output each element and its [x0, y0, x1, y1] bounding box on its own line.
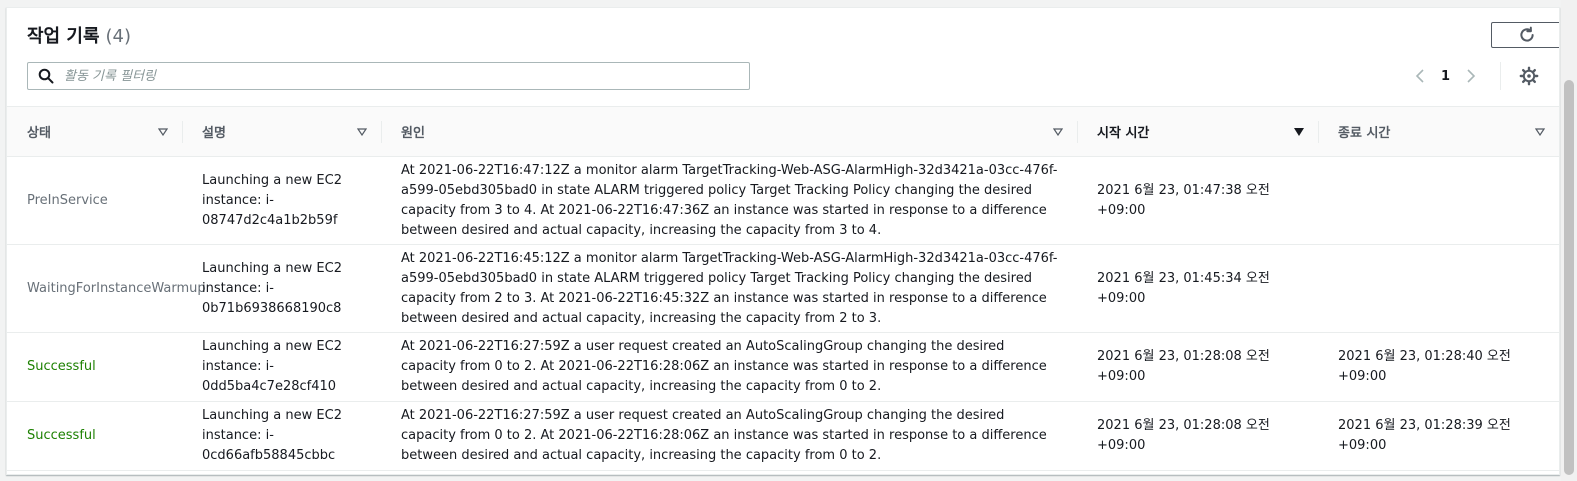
end-time-cell: [1318, 156, 1559, 245]
panel-header: 작업 기록 (4): [27, 22, 131, 48]
column-label: 종료 시간: [1338, 126, 1391, 141]
activity-table: 상태 설명 원인 시작 시간 종료 시간 PreInService Launch…: [7, 106, 1559, 471]
search-icon: [38, 68, 54, 84]
column-label: 시작 시간: [1097, 126, 1150, 141]
activity-history-panel: 작업 기록 (4) 1: [6, 7, 1560, 475]
refresh-button[interactable]: [1491, 22, 1559, 48]
scrollbar-thumb[interactable]: [1564, 80, 1574, 475]
column-label: 설명: [202, 126, 226, 141]
start-time-cell: 2021 6월 23, 01:45:34 오전 +09:00: [1077, 244, 1318, 333]
current-page[interactable]: 1: [1441, 69, 1450, 84]
cause-cell: At 2021-06-22T16:27:59Z a user request c…: [381, 401, 1077, 471]
pager-divider: [1500, 62, 1502, 90]
filter-input[interactable]: [62, 67, 706, 85]
end-time-cell: 2021 6월 23, 01:28:40 오전 +09:00: [1318, 332, 1559, 402]
pagination: 1: [1415, 62, 1502, 90]
description-cell: Launching a new EC2 instance: i-0b71b693…: [182, 244, 381, 333]
column-label: 원인: [401, 126, 425, 141]
status-cell: PreInService: [7, 156, 182, 245]
column-divider: [1318, 121, 1319, 143]
cause-cell: At 2021-06-22T16:47:12Z a monitor alarm …: [381, 156, 1077, 245]
description-cell: Launching a new EC2 instance: i-0dd5ba4c…: [182, 332, 381, 402]
column-header-description[interactable]: 설명: [182, 106, 381, 157]
cause-cell: At 2021-06-22T16:27:59Z a user request c…: [381, 332, 1077, 402]
description-cell: Launching a new EC2 instance: i-08747d2c…: [182, 156, 381, 245]
column-divider: [381, 121, 382, 143]
start-time-cell: 2021 6월 23, 01:28:08 오전 +09:00: [1077, 332, 1318, 402]
status-cell: Successful: [7, 332, 182, 402]
start-time-cell: 2021 6월 23, 01:28:08 오전 +09:00: [1077, 401, 1318, 471]
item-count: (4): [105, 26, 132, 47]
column-divider: [1077, 121, 1078, 143]
column-label: 상태: [27, 126, 51, 141]
table-row: Successful Launching a new EC2 instance:…: [7, 401, 1559, 471]
column-divider: [182, 121, 183, 143]
caret-down-icon: [1535, 127, 1545, 136]
column-header-end-time[interactable]: 종료 시간: [1318, 106, 1559, 157]
cause-cell: At 2021-06-22T16:45:12Z a monitor alarm …: [381, 244, 1077, 333]
status-cell: Successful: [7, 401, 182, 471]
table-header-row: 상태 설명 원인 시작 시간 종료 시간: [7, 106, 1559, 157]
filter-search-box[interactable]: [27, 62, 750, 90]
gear-icon[interactable]: [1519, 66, 1539, 86]
page-scrollbar[interactable]: [1561, 0, 1577, 481]
column-header-start-time[interactable]: 시작 시간: [1077, 106, 1318, 157]
table-row: WaitingForInstanceWarmup Launching a new…: [7, 244, 1559, 333]
table-row: Successful Launching a new EC2 instance:…: [7, 332, 1559, 402]
chevron-right-icon[interactable]: [1466, 68, 1476, 84]
end-time-cell: 2021 6월 23, 01:28:39 오전 +09:00: [1318, 401, 1559, 471]
chevron-left-icon[interactable]: [1415, 68, 1425, 84]
table-row: PreInService Launching a new EC2 instanc…: [7, 156, 1559, 245]
caret-down-icon: [357, 127, 367, 136]
caret-down-icon: [158, 127, 168, 136]
start-time-cell: 2021 6월 23, 01:47:38 오전 +09:00: [1077, 156, 1318, 245]
end-time-cell: [1318, 244, 1559, 333]
refresh-icon: [1520, 26, 1534, 42]
description-cell: Launching a new EC2 instance: i-0cd66afb…: [182, 401, 381, 471]
column-header-status[interactable]: 상태: [7, 106, 182, 157]
column-header-cause[interactable]: 원인: [381, 106, 1077, 157]
page-title: 작업 기록: [27, 26, 100, 47]
status-cell: WaitingForInstanceWarmup: [7, 244, 206, 333]
caret-down-icon: [1294, 127, 1304, 136]
caret-down-icon: [1053, 127, 1063, 136]
